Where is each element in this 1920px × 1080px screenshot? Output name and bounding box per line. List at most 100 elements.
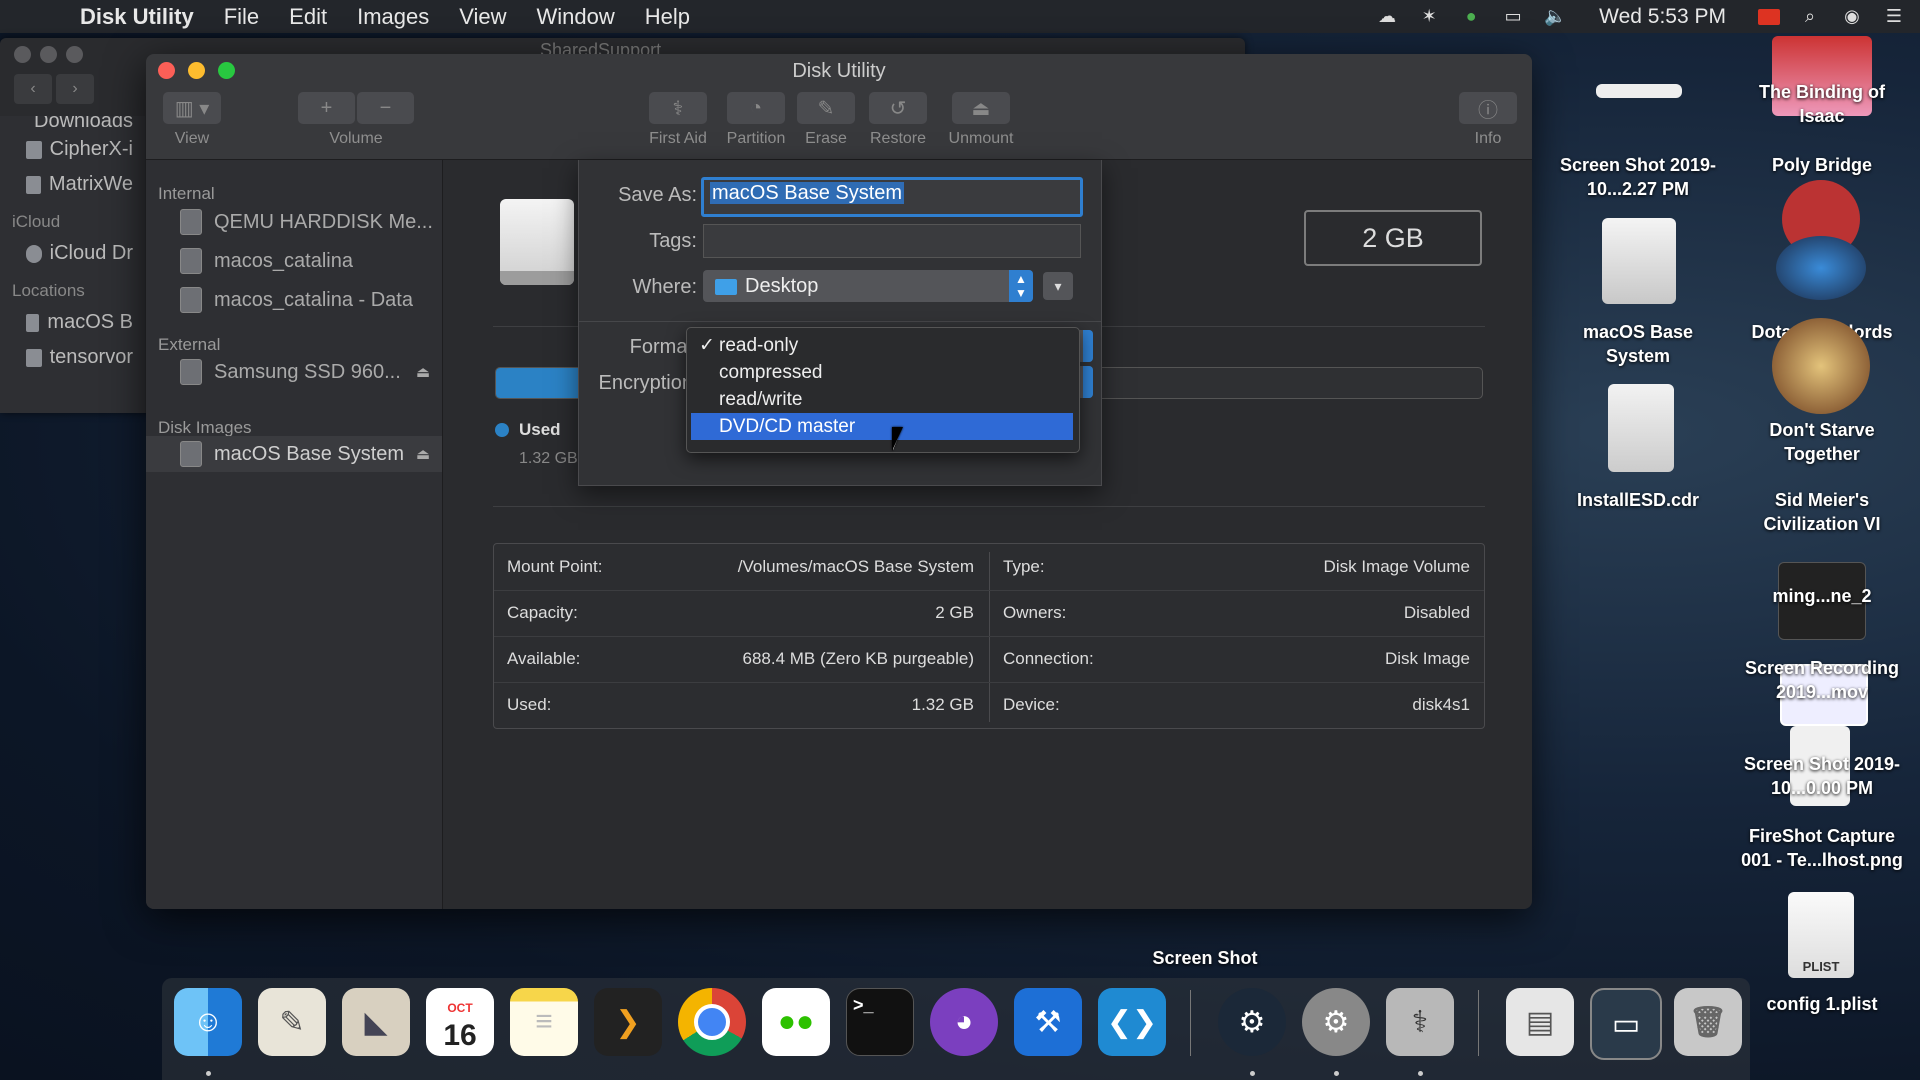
- steam-game-icon[interactable]: [1776, 236, 1866, 300]
- system-preferences-icon[interactable]: ⚙: [1302, 988, 1370, 1056]
- dont-starve-icon[interactable]: [1772, 318, 1870, 414]
- tools-icon[interactable]: ✶: [1417, 6, 1441, 27]
- desktop-label[interactable]: InstallESD.cdr: [1553, 488, 1723, 512]
- eject-icon[interactable]: ⏏: [416, 363, 430, 381]
- where-popup[interactable]: Desktop ▲ ▼: [703, 270, 1033, 302]
- finder-item[interactable]: iCloud Dr: [0, 236, 145, 271]
- finder-item[interactable]: CipherX-i: [0, 132, 145, 167]
- menu-window[interactable]: Window: [537, 4, 615, 30]
- finder-close-button[interactable]: [14, 46, 31, 63]
- desktop-label[interactable]: Screen Recording 2019...mov: [1737, 656, 1907, 704]
- menu-view[interactable]: View: [459, 4, 506, 30]
- desktop-label[interactable]: Screen Shot 2019-10...2.27 PM: [1553, 153, 1723, 201]
- format-option-compressed[interactable]: compressed: [691, 359, 1073, 386]
- github-desktop-icon[interactable]: ◕: [930, 988, 998, 1056]
- siri-icon[interactable]: ◉: [1840, 6, 1864, 27]
- creative-cloud-icon[interactable]: ☁: [1375, 6, 1399, 27]
- desktop-label[interactable]: config 1.plist: [1737, 992, 1907, 1016]
- sidebar-item-macos-catalina[interactable]: macos_catalina: [146, 243, 442, 279]
- sidebar-item-samsung-ssd[interactable]: Samsung SSD 960... ⏏: [146, 354, 442, 390]
- save-as-field[interactable]: macOS Base System: [701, 177, 1083, 217]
- menu-images[interactable]: Images: [357, 4, 429, 30]
- desktop-label[interactable]: Screen Shot: [1120, 946, 1290, 970]
- finder-item[interactable]: Downloads: [0, 116, 145, 132]
- sidebar-item-macos-base-system[interactable]: macOS Base System ⏏: [146, 436, 442, 472]
- add-volume-icon[interactable]: +: [298, 92, 355, 124]
- preview-icon[interactable]: ◣: [342, 988, 410, 1056]
- erase-button[interactable]: ✎ Erase: [786, 92, 866, 148]
- plist-file-icon[interactable]: PLIST: [1788, 892, 1854, 978]
- desktop-label[interactable]: Screen Shot 2019-10...0.00 PM: [1737, 752, 1907, 800]
- textedit-icon[interactable]: ✎: [258, 988, 326, 1056]
- input-source-flag-icon[interactable]: [1758, 8, 1780, 25]
- finder-item[interactable]: MatrixWe: [0, 167, 145, 202]
- info-button[interactable]: ⓘ Info: [1458, 92, 1518, 148]
- desktop-label[interactable]: FireShot Capture 001 - Te...lhost.png: [1737, 824, 1907, 872]
- steam-icon[interactable]: ⚙: [1218, 988, 1286, 1056]
- desktop-label[interactable]: Sid Meier's Civilization VI: [1737, 488, 1907, 536]
- desktop-label[interactable]: The Binding of Isaac: [1737, 80, 1907, 128]
- unmount-button[interactable]: ⏏ Unmount: [936, 92, 1026, 148]
- restore-button[interactable]: ↺ Restore: [858, 92, 938, 148]
- forward-icon[interactable]: ›: [56, 74, 94, 104]
- notification-center-icon[interactable]: ☰: [1882, 6, 1906, 27]
- calendar-month: OCT: [447, 1001, 473, 1015]
- desktop-label[interactable]: Poly Bridge: [1737, 153, 1907, 177]
- menu-help[interactable]: Help: [645, 4, 690, 30]
- finder-item[interactable]: macOS B: [0, 305, 145, 340]
- disk-utility-icon[interactable]: ⚕: [1386, 988, 1454, 1056]
- desktop-label[interactable]: Don't Starve Together: [1737, 418, 1907, 466]
- where-label: Where:: [632, 276, 697, 298]
- plex-icon[interactable]: ❯: [594, 988, 662, 1056]
- folder-icon: [26, 140, 42, 159]
- file-icon[interactable]: ▤: [1506, 988, 1574, 1056]
- trash-icon[interactable]: 🗑: [1674, 988, 1742, 1056]
- volume-icon[interactable]: 🔈: [1543, 6, 1567, 27]
- clock[interactable]: Wed 5:53 PM: [1599, 5, 1726, 29]
- first-aid-button[interactable]: ⚕ First Aid: [638, 92, 718, 148]
- sidebar-item-macos-catalina-data[interactable]: macos_catalina - Data: [146, 282, 442, 318]
- checkmark-icon: ✓: [699, 335, 715, 356]
- disk-image-icon[interactable]: [1602, 218, 1676, 304]
- format-option-dvd-cd-master[interactable]: DVD/CD master: [691, 413, 1073, 440]
- finder-item[interactable]: tensorvor: [0, 340, 145, 375]
- back-icon[interactable]: ‹: [14, 74, 52, 104]
- volume-button-group: + − Volume: [298, 92, 414, 148]
- notes-icon[interactable]: ≡: [510, 988, 578, 1056]
- cdr-file-icon[interactable]: [1608, 384, 1674, 472]
- spotlight-icon[interactable]: ⌕: [1798, 6, 1822, 27]
- wechat-icon[interactable]: ●●: [762, 988, 830, 1056]
- menu-app-name[interactable]: Disk Utility: [80, 4, 194, 30]
- airplay-icon[interactable]: ▭: [1501, 6, 1525, 27]
- xcode-icon[interactable]: ⚒: [1014, 988, 1082, 1056]
- window-title: Disk Utility: [792, 60, 886, 82]
- finder-icon[interactable]: ☺: [174, 988, 242, 1056]
- format-option-read-write[interactable]: read/write: [691, 386, 1073, 413]
- calendar-icon[interactable]: OCT 16: [426, 988, 494, 1056]
- partition-button[interactable]: ◔ Partition: [716, 92, 796, 148]
- remove-volume-icon[interactable]: −: [357, 92, 414, 124]
- desktop-label[interactable]: ming...ne_2: [1737, 584, 1907, 608]
- tags-field[interactable]: [703, 224, 1081, 258]
- encryption-label: Encryption: [598, 372, 694, 394]
- expand-chevron-icon[interactable]: ▾: [1043, 272, 1073, 300]
- eject-icon[interactable]: ⏏: [416, 445, 430, 463]
- screenshot-icon[interactable]: ▭: [1590, 988, 1662, 1060]
- menu-file[interactable]: File: [224, 4, 259, 30]
- desktop-label[interactable]: macOS Base System: [1553, 320, 1723, 368]
- terminal-icon[interactable]: >_: [846, 988, 914, 1056]
- info-value: 2 GB: [935, 603, 974, 622]
- sync-icon[interactable]: ●: [1459, 6, 1483, 27]
- format-option-read-only[interactable]: ✓ read-only: [691, 332, 1073, 359]
- finder-minimize-button[interactable]: [40, 46, 57, 63]
- finder-zoom-button[interactable]: [66, 46, 83, 63]
- chrome-icon[interactable]: [678, 988, 746, 1056]
- sidebar-item-qemu-harddisk[interactable]: QEMU HARDDISK Me...: [146, 204, 442, 240]
- computer-icon: [26, 348, 42, 367]
- disk-utility-window[interactable]: Disk Utility ▥ ▾ View + − Volume ⚕ First…: [146, 54, 1532, 909]
- screenshot-thumbnail-icon[interactable]: [1596, 84, 1682, 98]
- menu-edit[interactable]: Edit: [289, 4, 327, 30]
- vscode-icon[interactable]: ❮❯: [1098, 988, 1166, 1056]
- view-button[interactable]: ▥ ▾ View: [160, 92, 224, 148]
- status-area: ☁ ✶ ● ▭ 🔈 Wed 5:53 PM ⌕ ◉ ☰: [1375, 0, 1906, 33]
